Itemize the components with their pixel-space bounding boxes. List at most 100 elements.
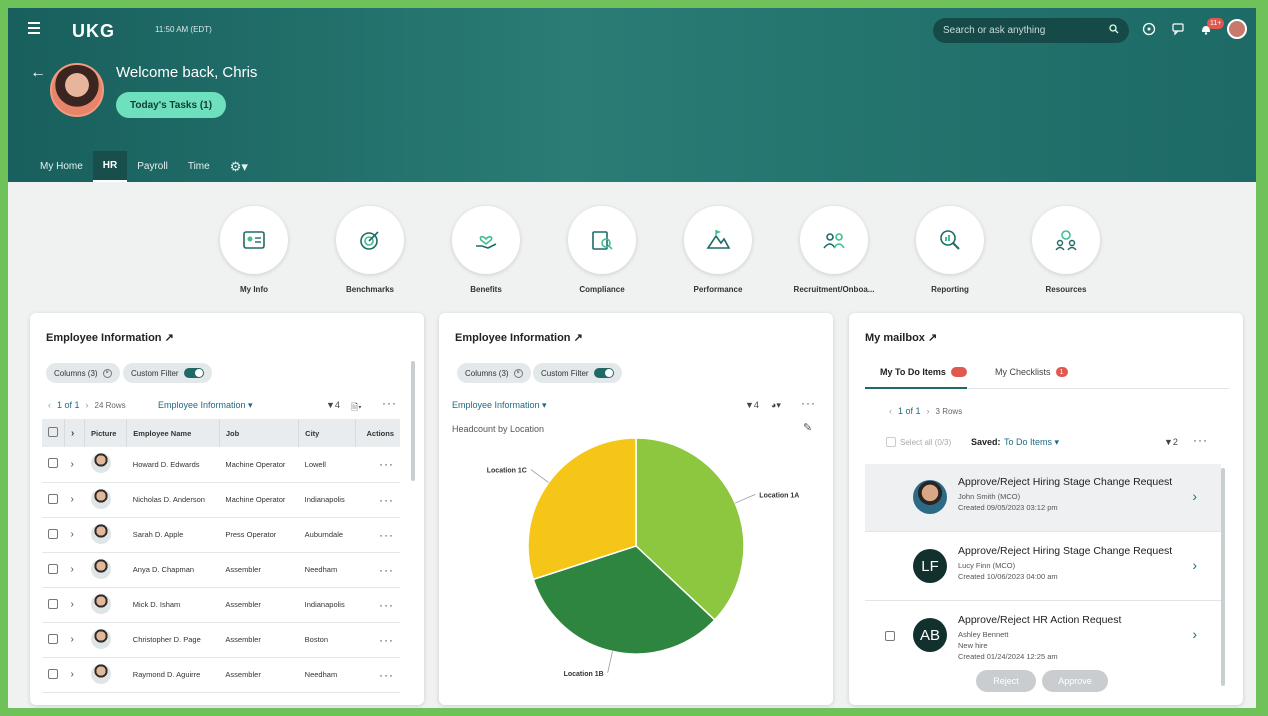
saved-view-dropdown[interactable]: To Do Items ▾ bbox=[1004, 437, 1059, 448]
next-page-icon[interactable]: › bbox=[86, 400, 89, 410]
view-dropdown[interactable]: Employee Information ▾ bbox=[158, 400, 253, 411]
card-title[interactable]: My mailbox ↗ bbox=[865, 331, 937, 344]
chat-icon[interactable] bbox=[1170, 22, 1186, 38]
col-employee-name[interactable]: Employee Name bbox=[126, 419, 220, 447]
item-checkbox[interactable] bbox=[885, 631, 895, 641]
select-all-checkbox[interactable] bbox=[886, 437, 896, 447]
expand-row-icon[interactable]: › bbox=[71, 459, 74, 470]
user-avatar[interactable] bbox=[1227, 19, 1247, 39]
card-title[interactable]: Employee Information ↗ bbox=[455, 331, 583, 344]
row-checkbox[interactable] bbox=[48, 598, 58, 609]
columns-chip[interactable]: Columns (3) × bbox=[46, 363, 120, 383]
filter-icon[interactable]: ▼4 bbox=[326, 400, 340, 410]
help-icon[interactable] bbox=[1141, 22, 1157, 38]
row-checkbox[interactable] bbox=[48, 458, 58, 469]
custom-filter-toggle[interactable] bbox=[593, 368, 614, 378]
back-arrow-icon[interactable]: ← bbox=[30, 64, 46, 82]
filter-icon[interactable]: ▼4 bbox=[745, 400, 759, 410]
more-options-icon[interactable]: ··· bbox=[1193, 433, 1208, 447]
col-city[interactable]: City bbox=[298, 419, 357, 447]
reject-button[interactable]: Reject bbox=[976, 670, 1036, 692]
table-row[interactable]: › Mick D. Isham Assembler Indianapolis ·… bbox=[42, 587, 400, 623]
row-actions-icon[interactable]: ··· bbox=[379, 493, 394, 507]
columns-chip[interactable]: Columns (3) × bbox=[457, 363, 531, 383]
quick-link-my-info[interactable]: My Info bbox=[196, 206, 312, 294]
tab-my-home[interactable]: My Home bbox=[30, 151, 93, 182]
close-icon[interactable]: × bbox=[513, 368, 523, 378]
tab-time[interactable]: Time bbox=[178, 151, 220, 182]
export-icon[interactable]: 🗎▾ bbox=[351, 400, 362, 416]
settings-gear-icon[interactable]: ⚙▾ bbox=[220, 151, 258, 182]
quick-link-resources[interactable]: Resources bbox=[1008, 206, 1124, 294]
view-dropdown[interactable]: Employee Information ▾ bbox=[452, 400, 547, 411]
row-checkbox[interactable] bbox=[48, 563, 58, 574]
next-page-icon[interactable]: › bbox=[927, 406, 930, 416]
prev-page-icon[interactable]: ‹ bbox=[889, 406, 892, 416]
open-item-chevron-icon[interactable]: › bbox=[1192, 488, 1197, 504]
table-row[interactable]: › Raymond D. Aguirre Assembler Needham ·… bbox=[42, 657, 400, 693]
welcome-message: Welcome back, Chris bbox=[116, 64, 258, 81]
tab-hr[interactable]: HR bbox=[92, 151, 128, 182]
table-row[interactable]: › Anya D. Chapman Assembler Needham ··· bbox=[42, 552, 400, 588]
more-options-icon[interactable]: ··· bbox=[801, 396, 816, 410]
quick-link-benefits[interactable]: Benefits bbox=[428, 206, 544, 294]
table-scrollbar[interactable] bbox=[411, 361, 415, 481]
custom-filter-toggle[interactable] bbox=[183, 368, 204, 378]
table-row[interactable]: › Howard D. Edwards Machine Operator Low… bbox=[42, 447, 400, 483]
search-icon[interactable] bbox=[1109, 24, 1119, 37]
custom-filter-chip[interactable]: Custom Filter bbox=[123, 363, 212, 383]
table-row[interactable]: › Christopher D. Page Assembler Boston ·… bbox=[42, 622, 400, 658]
mailbox-scrollbar[interactable] bbox=[1221, 468, 1225, 686]
search-input[interactable]: Search or ask anything bbox=[933, 18, 1129, 43]
row-actions-icon[interactable]: ··· bbox=[379, 457, 394, 471]
ukg-logo[interactable]: UKG bbox=[72, 21, 115, 42]
row-checkbox[interactable] bbox=[48, 528, 58, 539]
row-actions-icon[interactable]: ··· bbox=[379, 563, 394, 577]
todays-tasks-button[interactable]: Today's Tasks (1) bbox=[116, 92, 227, 118]
expand-row-icon[interactable]: › bbox=[71, 669, 74, 680]
quick-link-recruitment[interactable]: Recruitment/Onboa... bbox=[776, 206, 892, 294]
approve-button[interactable]: Approve bbox=[1042, 670, 1108, 692]
quick-link-performance[interactable]: Performance bbox=[660, 206, 776, 294]
select-all-checkbox[interactable] bbox=[48, 427, 58, 437]
mail-item[interactable]: Approve/Reject Hiring Stage Change Reque… bbox=[865, 464, 1221, 532]
page-indicator: 1 of 1 bbox=[57, 400, 80, 410]
mail-item[interactable]: LF Approve/Reject Hiring Stage Change Re… bbox=[865, 533, 1221, 601]
custom-filter-chip[interactable]: Custom Filter bbox=[533, 363, 622, 383]
expand-all-icon[interactable]: › bbox=[71, 428, 74, 439]
open-item-chevron-icon[interactable]: › bbox=[1192, 626, 1197, 642]
card-title[interactable]: Employee Information ↗ bbox=[46, 331, 174, 344]
quick-link-benchmarks[interactable]: Benchmarks bbox=[312, 206, 428, 294]
prev-page-icon[interactable]: ‹ bbox=[48, 400, 51, 410]
expand-row-icon[interactable]: › bbox=[71, 599, 74, 610]
select-all[interactable]: Select all (0/3) bbox=[886, 437, 951, 447]
menu-icon[interactable] bbox=[28, 22, 40, 34]
table-row[interactable]: › Nicholas D. Anderson Machine Operator … bbox=[42, 482, 400, 518]
table-row[interactable]: › Sarah D. Apple Press Operator Auburnda… bbox=[42, 517, 400, 553]
filter-icon[interactable]: ▼2 bbox=[1164, 437, 1178, 447]
open-item-chevron-icon[interactable]: › bbox=[1192, 557, 1197, 573]
expand-row-icon[interactable]: › bbox=[71, 494, 74, 505]
row-actions-icon[interactable]: ··· bbox=[379, 598, 394, 612]
close-icon[interactable]: × bbox=[102, 368, 112, 378]
quick-link-reporting[interactable]: Reporting bbox=[892, 206, 1008, 294]
row-actions-icon[interactable]: ··· bbox=[379, 633, 394, 647]
col-job[interactable]: Job bbox=[219, 419, 300, 447]
col-picture[interactable]: Picture bbox=[84, 419, 128, 447]
mail-item[interactable]: AB Approve/Reject HR Action Request Ashl… bbox=[865, 602, 1221, 682]
expand-row-icon[interactable]: › bbox=[71, 634, 74, 645]
row-checkbox[interactable] bbox=[48, 493, 58, 504]
expand-row-icon[interactable]: › bbox=[71, 564, 74, 575]
quick-link-compliance[interactable]: Compliance bbox=[544, 206, 660, 294]
more-options-icon[interactable]: ··· bbox=[382, 396, 397, 410]
select-all-label: Select all (0/3) bbox=[900, 437, 952, 447]
tab-my-checklists[interactable]: My Checklists 1 bbox=[995, 367, 1068, 377]
row-checkbox[interactable] bbox=[48, 668, 58, 679]
row-actions-icon[interactable]: ··· bbox=[379, 528, 394, 542]
chart-type-icon[interactable]: ◕▾ bbox=[771, 400, 781, 411]
tab-payroll[interactable]: Payroll bbox=[127, 151, 178, 182]
expand-row-icon[interactable]: › bbox=[71, 529, 74, 540]
row-checkbox[interactable] bbox=[48, 633, 58, 644]
tab-my-to-do-items[interactable]: My To Do Items bbox=[880, 367, 967, 377]
row-actions-icon[interactable]: ··· bbox=[379, 668, 394, 682]
